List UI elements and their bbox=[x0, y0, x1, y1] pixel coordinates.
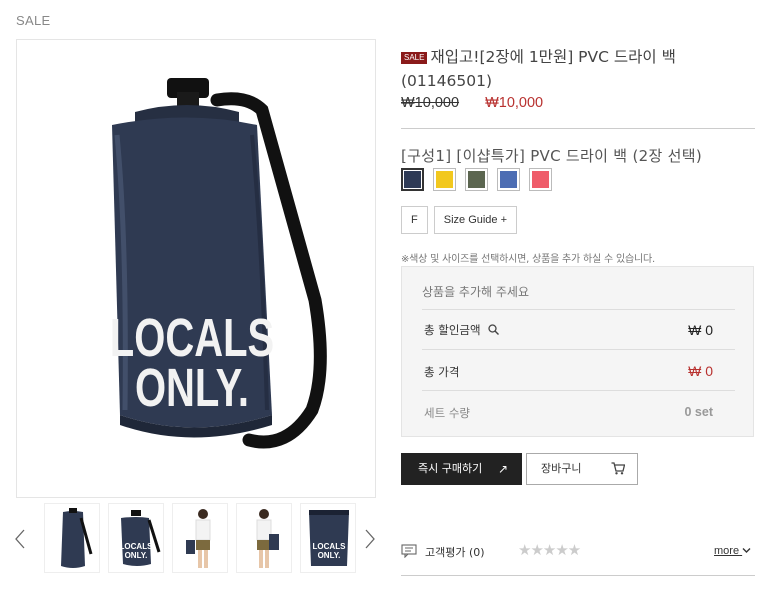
swatch-fill bbox=[436, 171, 453, 188]
divider bbox=[422, 349, 735, 350]
option-notice: ※색상 및 사이즈를 선택하시면, 상품을 추가 하실 수 있습니다. bbox=[401, 254, 655, 265]
size-row: F Size Guide + bbox=[401, 206, 518, 234]
divider bbox=[422, 390, 735, 391]
original-price: ₩10,000 bbox=[401, 95, 460, 111]
cart-icon bbox=[611, 462, 625, 475]
total-label: 총 가격 bbox=[424, 365, 460, 379]
star-rating: ★★★★★ bbox=[518, 541, 581, 559]
thumbnail-strip: LOCALS ONLY. LOCALS ONLY. bbox=[44, 503, 356, 573]
sale-price: ₩10,000 bbox=[485, 95, 544, 111]
search-icon[interactable] bbox=[488, 324, 500, 335]
color-swatch-blue[interactable] bbox=[497, 168, 520, 191]
color-swatches bbox=[401, 168, 552, 191]
quantity-value: 0 set bbox=[684, 405, 714, 419]
color-swatch-pink[interactable] bbox=[529, 168, 552, 191]
divider bbox=[401, 575, 755, 576]
swatch-fill bbox=[532, 171, 549, 188]
gallery-prev-arrow-icon[interactable] bbox=[12, 527, 28, 551]
swatch-fill bbox=[404, 171, 421, 188]
color-swatch-yellow[interactable] bbox=[433, 168, 456, 191]
divider bbox=[401, 128, 755, 129]
thumbnail-4[interactable] bbox=[236, 503, 292, 573]
more-label: more bbox=[714, 545, 740, 557]
main-product-image[interactable]: LOCALS ONLY. bbox=[16, 39, 376, 498]
thumb-print-line1: LOCALS bbox=[120, 542, 154, 551]
thumbnail-2[interactable]: LOCALS ONLY. bbox=[108, 503, 164, 573]
thumb5-print-line1: LOCALS bbox=[313, 542, 347, 551]
swatch-fill bbox=[468, 171, 485, 188]
order-summary: 상품을 추가해 주세요 총 할인금액 ₩ 0 총 가격 ₩ 0 세트 수량 0 … bbox=[401, 266, 754, 437]
product-title: SALE 재입고![2장에 1만원] PVC 드라이 백 (01146501) bbox=[401, 45, 746, 93]
thumbnail-5[interactable]: LOCALS ONLY. bbox=[300, 503, 356, 573]
discount-label-text: 총 할인금액 bbox=[424, 323, 481, 337]
chevron-down-icon bbox=[742, 548, 751, 553]
add-to-cart-button[interactable]: 장바구니 bbox=[526, 453, 638, 485]
swatch-fill bbox=[500, 171, 517, 188]
discount-label: 총 할인금액 bbox=[424, 322, 500, 338]
bag-print-line2: ONLY. bbox=[135, 358, 249, 418]
gallery-next-arrow-icon[interactable] bbox=[362, 527, 378, 551]
total-value: ₩ 0 bbox=[688, 363, 713, 379]
discount-value: ₩ 0 bbox=[688, 322, 713, 338]
divider bbox=[422, 309, 735, 310]
buy-now-label: 즉시 구매하기 bbox=[418, 462, 483, 475]
quantity-label: 세트 수량 bbox=[424, 406, 470, 420]
thumb5-print-line2: ONLY. bbox=[318, 551, 341, 560]
comment-icon bbox=[401, 544, 417, 558]
summary-placeholder: 상품을 추가해 주세요 bbox=[422, 285, 529, 299]
review-count-label: 고객평가 (0) bbox=[425, 546, 485, 559]
review-row: 고객평가 (0) ★★★★★ more bbox=[401, 540, 755, 574]
color-swatch-navy[interactable] bbox=[401, 168, 424, 191]
size-guide-button[interactable]: Size Guide + bbox=[433, 206, 518, 234]
price-row: ₩10,000 ₩10,000 bbox=[401, 95, 543, 111]
dry-bag-image: LOCALS ONLY. bbox=[110, 78, 327, 449]
thumbnail-1[interactable] bbox=[44, 503, 100, 573]
size-option-f[interactable]: F bbox=[401, 206, 428, 234]
thumbnail-3[interactable] bbox=[172, 503, 228, 573]
color-swatch-olive[interactable] bbox=[465, 168, 488, 191]
product-title-text: 재입고![2장에 1만원] PVC 드라이 백 (01146501) bbox=[401, 48, 676, 90]
arrow-up-right-icon: ↗ bbox=[497, 462, 508, 476]
option-group-title: [구성1] [이샵특가] PVC 드라이 백 (2장 선택) bbox=[401, 147, 702, 165]
more-reviews-link[interactable]: more bbox=[714, 545, 751, 557]
thumb-print-line2: ONLY. bbox=[125, 551, 148, 560]
buy-now-button[interactable]: 즉시 구매하기 ↗ bbox=[401, 453, 522, 485]
cart-label: 장바구니 bbox=[541, 462, 582, 475]
sale-badge: SALE bbox=[401, 52, 428, 64]
sale-heading: SALE bbox=[16, 13, 51, 28]
